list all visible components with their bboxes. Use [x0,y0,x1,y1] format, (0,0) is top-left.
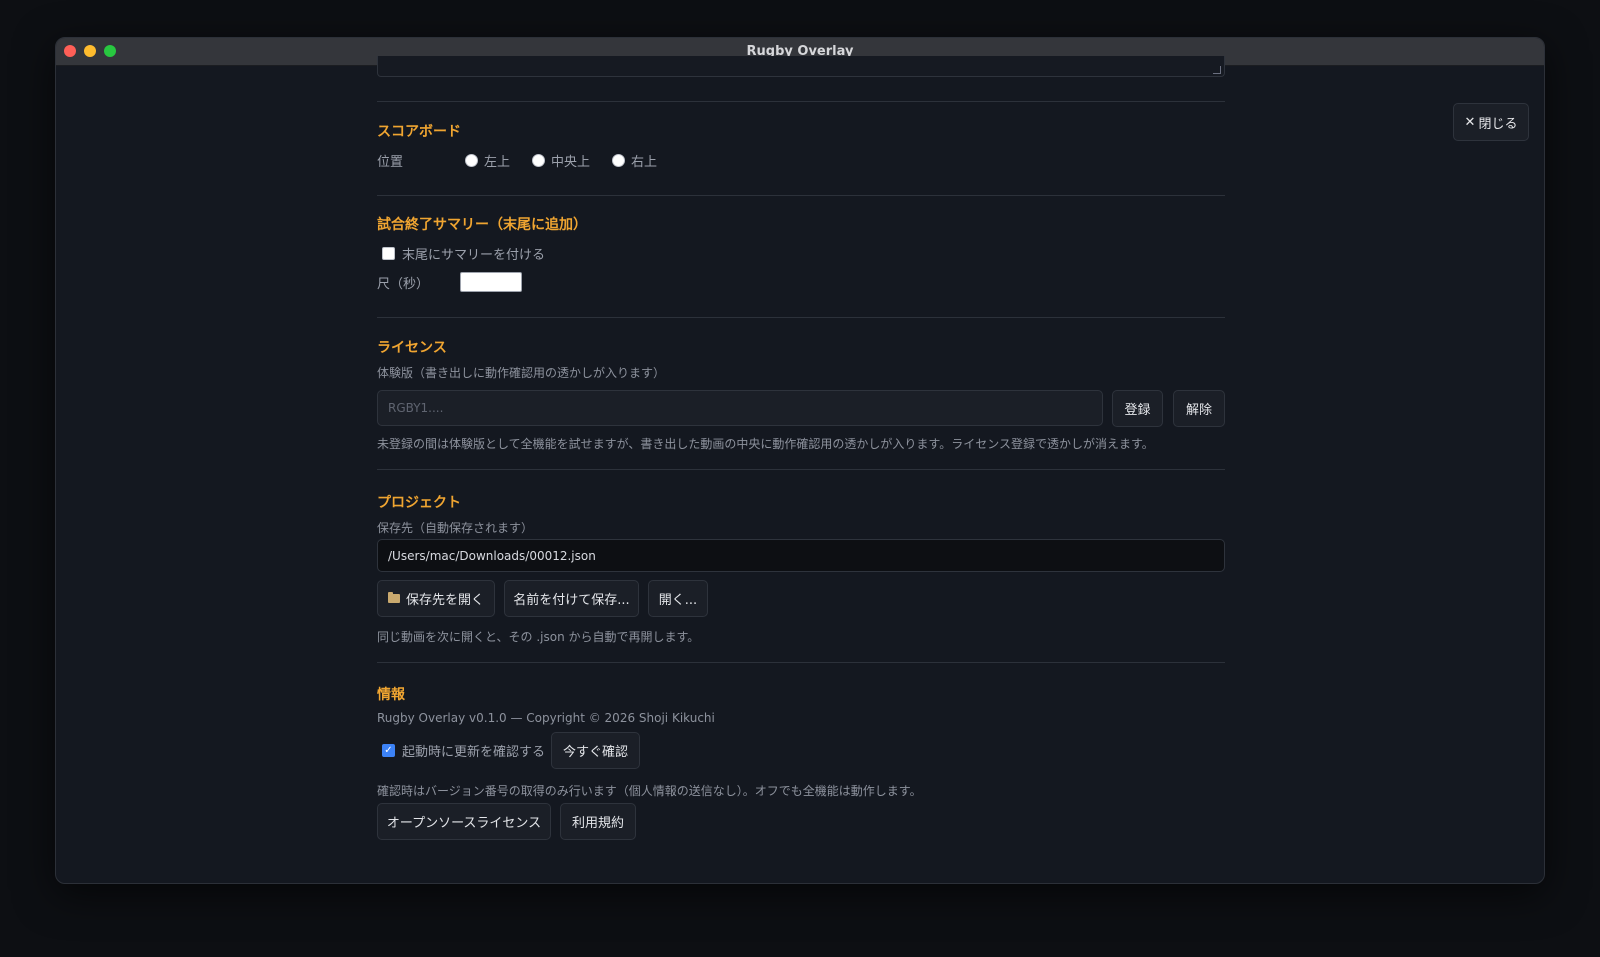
folder-icon [387,592,400,603]
close-icon: ✕ [1464,114,1476,130]
summary-checkbox-row[interactable]: 末尾にサマリーを付ける [382,244,545,263]
license-status: 体験版（書き出しに動作確認用の透かしが入ります） [377,366,666,380]
save-path-field[interactable]: /Users/mac/Downloads/00012.json [377,539,1225,572]
duration-input[interactable] [460,272,522,292]
position-option-top-left[interactable]: 左上 [465,151,510,170]
terms-button[interactable]: 利用規約 [560,803,636,840]
license-key-input[interactable]: RGBY1.... [377,390,1103,426]
summary-section-title: 試合終了サマリー（末尾に追加） [377,217,587,233]
divider [377,662,1225,663]
oss-license-button[interactable]: オープンソースライセンス [377,803,551,840]
position-label: 位置 [377,155,404,170]
license-section-title: ライセンス [377,340,447,356]
version-text: Rugby Overlay v0.1.0 — Copyright © 2026 … [377,711,715,725]
divider [377,101,1225,102]
save-path-label: 保存先（自動保存されます） [377,521,534,535]
position-option-top-center[interactable]: 中央上 [532,151,590,170]
info-section-title: 情報 [377,687,405,703]
position-option-top-right[interactable]: 右上 [612,151,657,170]
divider [377,317,1225,318]
settings-panel: ✕ 閉じる スコアボード 位置 左上 中央上 右上 試合終了サマリー（末尾に追加… [56,56,1544,883]
update-check-row[interactable]: ✓ 起動時に更新を確認する [382,741,545,760]
radio-icon[interactable] [465,154,478,167]
check-now-button[interactable]: 今すぐ確認 [551,732,640,769]
close-button-label: 閉じる [1478,116,1518,132]
license-note: 未登録の間は体験版として全機能を試せますが、書き出した動画の中央に動作確認用の透… [377,437,1154,451]
zoom-window-icon[interactable] [104,45,116,57]
update-check-label: 起動時に更新を確認する [402,745,546,760]
close-window-icon[interactable] [64,45,76,57]
summary-checkbox[interactable] [382,247,395,260]
revoke-button[interactable]: 解除 [1173,390,1225,427]
radio-icon[interactable] [532,154,546,167]
radio-label: 右上 [631,155,658,170]
save-as-button[interactable]: 名前を付けて保存... [504,580,639,617]
position-radio-group: 左上 中央上 右上 [465,151,657,170]
duration-label: 尺（秒） [377,277,430,292]
project-section-title: プロジェクト [377,495,461,511]
project-note: 同じ動画を次に開くと、その .json から自動で再開します。 [377,630,700,644]
radio-icon[interactable] [612,154,626,167]
app-window: Rugby Overlay ✕ 閉じる スコアボード 位置 左上 中央上 右上 … [55,37,1545,884]
close-button[interactable]: ✕ 閉じる [1453,103,1529,141]
open-project-button[interactable]: 開く... [648,580,708,617]
radio-label: 左上 [484,155,511,170]
open-save-location-label: 保存先を開く [405,593,484,608]
update-check-checkbox[interactable]: ✓ [382,744,395,757]
open-save-location-button[interactable]: 保存先を開く [377,580,495,617]
register-button[interactable]: 登録 [1112,390,1163,427]
divider [377,195,1225,196]
summary-checkbox-label: 末尾にサマリーを付ける [402,248,546,263]
update-note: 確認時はバージョン番号の取得のみ行います（個人情報の送信なし）。オフでも全機能は… [377,784,922,798]
divider [377,469,1225,470]
scoreboard-section-title: スコアボード [377,124,461,140]
radio-label: 中央上 [551,155,591,170]
notes-textarea[interactable] [377,56,1225,77]
minimize-window-icon[interactable] [84,45,96,57]
resize-grip-icon[interactable] [1213,66,1221,74]
window-controls [64,45,116,57]
